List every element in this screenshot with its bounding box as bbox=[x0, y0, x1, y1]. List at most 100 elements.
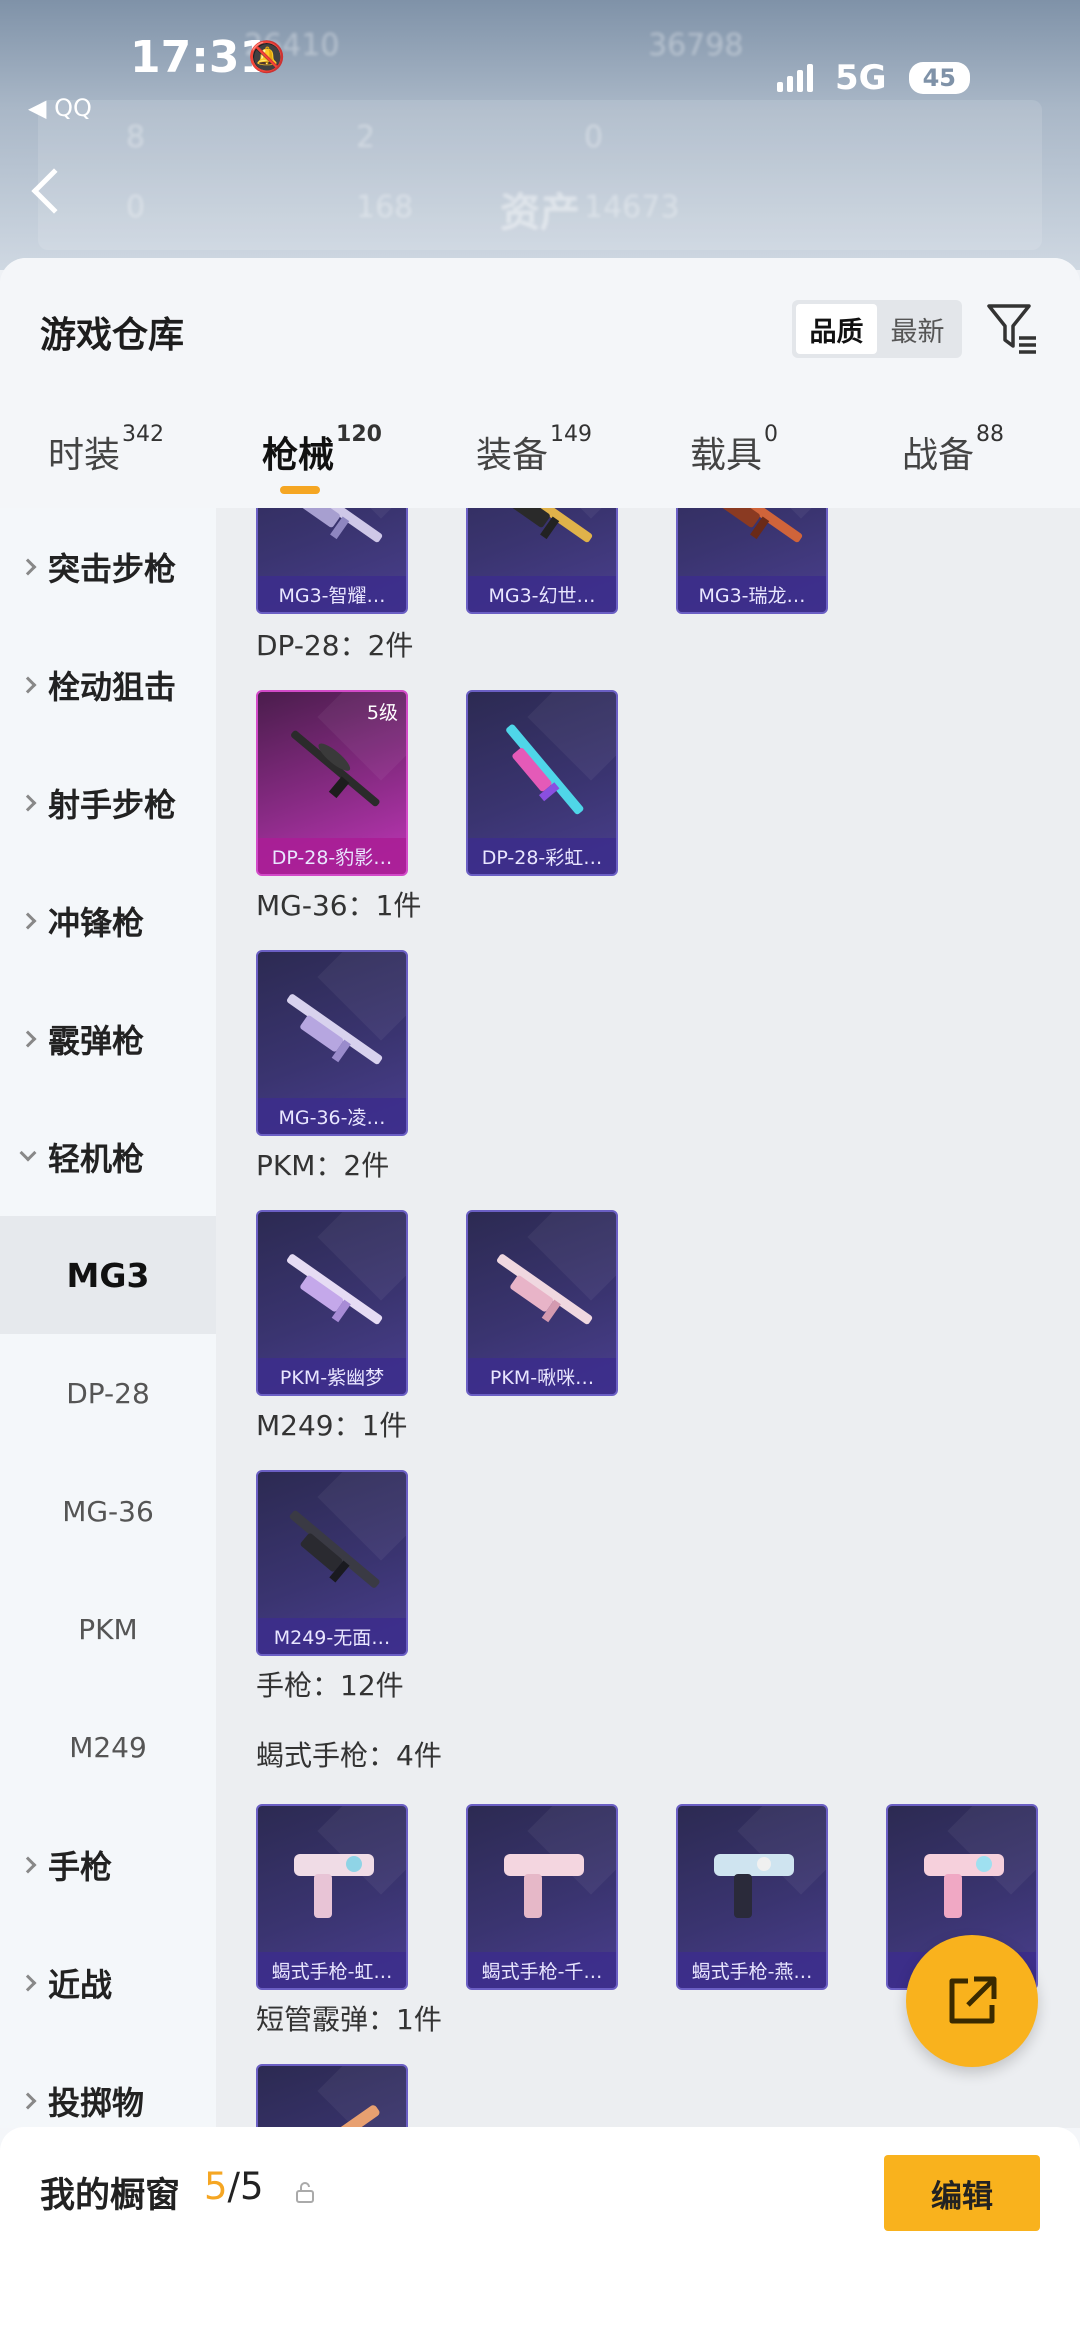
item-card[interactable]: PKM-啾咪… bbox=[466, 1210, 618, 1396]
sidebar-item-label: 突击步枪 bbox=[48, 550, 177, 588]
group-label: MG-36：1件 bbox=[256, 889, 422, 922]
lmg-skin-icon bbox=[287, 508, 383, 543]
sidebar-subitem-pkm[interactable]: PKM bbox=[0, 1570, 216, 1688]
sidebar-subitem-m249[interactable]: M249 bbox=[0, 1688, 216, 1806]
sidebar-item-label: 射手步枪 bbox=[48, 786, 177, 824]
sidebar-item-label: 霰弹枪 bbox=[48, 1022, 145, 1060]
item-card[interactable]: M249-无面… bbox=[256, 1470, 408, 1656]
chevron-right-icon bbox=[19, 1856, 37, 1874]
showcase-count-total: 5 bbox=[240, 2165, 264, 2208]
active-tab-indicator bbox=[280, 486, 320, 494]
tab-vehicles[interactable]: 载具0 bbox=[690, 422, 778, 478]
sidebar-item-label: 手枪 bbox=[48, 1848, 113, 1886]
back-to-app-link[interactable]: ◀ QQ bbox=[28, 94, 92, 122]
item-card[interactable]: PKM-紫幽梦 bbox=[256, 1210, 408, 1396]
item-name: MG3-瑞龙… bbox=[678, 576, 826, 612]
section-label: 手枪：12件 bbox=[256, 1669, 404, 1702]
chevron-right-icon bbox=[19, 794, 37, 812]
sidebar-item-marksman-rifle[interactable]: 射手步枪 bbox=[0, 744, 216, 862]
item-card[interactable]: 5级 DP-28-豹影… bbox=[256, 690, 408, 876]
sort-newest-option[interactable]: 最新 bbox=[877, 304, 958, 354]
category-sidebar: 突击步枪 栓动狙击 射手步枪 冲锋枪 霰弹枪 轻机枪 MG3 DP-28 MG-… bbox=[0, 508, 216, 2128]
sidebar-item-smg[interactable]: 冲锋枪 bbox=[0, 862, 216, 980]
sidebar-subitem-dp28[interactable]: DP-28 bbox=[0, 1334, 216, 1452]
edit-button[interactable]: 编辑 bbox=[884, 2155, 1040, 2231]
chevron-right-icon bbox=[19, 676, 37, 694]
sidebar-item-lmg[interactable]: 轻机枪 bbox=[0, 1098, 216, 1216]
sidebar-item-label: 轻机枪 bbox=[48, 1140, 145, 1178]
sidebar-item-pistol[interactable]: 手枪 bbox=[0, 1806, 216, 1924]
showcase-count-current: 5 bbox=[204, 2165, 228, 2208]
background-text: 168 bbox=[356, 190, 414, 225]
item-name: PKM-紫幽梦 bbox=[258, 1358, 406, 1394]
group-label: M249：1件 bbox=[256, 1409, 408, 1442]
group-label: DP-28：2件 bbox=[256, 629, 414, 662]
sidebar-item-label: 近战 bbox=[48, 1966, 113, 2004]
chevron-down-icon bbox=[19, 1144, 37, 1162]
item-card[interactable]: MG3-幻世… bbox=[466, 508, 618, 614]
background-text: 36798 bbox=[648, 28, 744, 63]
background-text: 14673 bbox=[584, 190, 680, 225]
tab-label: 装备 bbox=[476, 435, 549, 476]
lmg-skin-icon bbox=[291, 730, 380, 807]
item-name: M249-无面… bbox=[258, 1618, 406, 1654]
tab-count: 120 bbox=[336, 422, 382, 447]
lmg-skin-icon bbox=[497, 1254, 593, 1325]
background-text: 0 bbox=[584, 120, 604, 155]
item-card[interactable]: DP-28-彩虹… bbox=[466, 690, 618, 876]
chevron-right-icon bbox=[19, 1974, 37, 1992]
tab-count: 149 bbox=[550, 422, 593, 447]
group-label: 短管霰弹：1件 bbox=[256, 2003, 442, 2036]
tab-supplies[interactable]: 战备88 bbox=[902, 422, 1004, 478]
lmg-skin-icon bbox=[289, 1510, 380, 1588]
item-name: MG-36-凌… bbox=[258, 1098, 406, 1134]
category-tabs: 时装342 枪械120 装备149 载具0 战备88 bbox=[0, 416, 1080, 496]
tab-firearms[interactable]: 枪械120 bbox=[262, 422, 382, 478]
showcase-count-separator: / bbox=[227, 2165, 241, 2208]
item-card[interactable]: 蝎式手枪-千… bbox=[466, 1804, 618, 1990]
lmg-skin-icon bbox=[707, 508, 803, 543]
item-name: 蝎式手枪-虹… bbox=[258, 1952, 406, 1988]
tab-fashion[interactable]: 时装342 bbox=[48, 422, 164, 478]
tab-label: 战备 bbox=[902, 435, 975, 476]
pistol-skin-icon bbox=[504, 1854, 584, 1918]
item-card[interactable]: MG-36-凌… bbox=[256, 950, 408, 1136]
item-card[interactable]: 蝎式手枪-燕… bbox=[676, 1804, 828, 1990]
network-type: 5G bbox=[835, 58, 887, 98]
item-grid: MG3-智耀… MG3-幻世… MG3-瑞龙… DP-28：2件 5级 DP-2… bbox=[216, 508, 1080, 2128]
chevron-right-icon bbox=[19, 912, 37, 930]
sidebar-item-melee[interactable]: 近战 bbox=[0, 1924, 216, 2042]
lmg-skin-icon bbox=[287, 994, 383, 1065]
item-card[interactable]: MG3-瑞龙… bbox=[676, 508, 828, 614]
group-label: 蝎式手枪：4件 bbox=[256, 1739, 442, 1772]
showcase-count: 5/5 bbox=[204, 2165, 264, 2208]
lock-icon bbox=[296, 2182, 314, 2203]
tab-count: 88 bbox=[976, 422, 1005, 447]
item-name: DP-28-豹影… bbox=[258, 838, 406, 874]
share-button[interactable] bbox=[906, 1935, 1038, 2067]
sidebar-item-bolt-sniper[interactable]: 栓动狙击 bbox=[0, 626, 216, 744]
sheet-header: 游戏仓库 品质 最新 时装342 枪械120 装备149 载具0 战备88 bbox=[0, 258, 1080, 508]
tab-label: 枪械 bbox=[262, 435, 335, 476]
shotgun-skin-icon bbox=[283, 2105, 380, 2128]
pistol-skin-icon bbox=[924, 1854, 1004, 1918]
tab-equipment[interactable]: 装备149 bbox=[476, 422, 592, 478]
sidebar-item-shotgun[interactable]: 霰弹枪 bbox=[0, 980, 216, 1098]
sort-quality-option[interactable]: 品质 bbox=[796, 304, 877, 354]
page-title: 游戏仓库 bbox=[40, 315, 185, 356]
sidebar-subitem-mg36[interactable]: MG-36 bbox=[0, 1452, 216, 1570]
sidebar-item-throwable[interactable]: 投掷物 bbox=[0, 2042, 216, 2128]
sidebar-subitem-mg3[interactable]: MG3 bbox=[0, 1216, 216, 1334]
item-card[interactable]: 蝎式手枪-虹… bbox=[256, 1804, 408, 1990]
item-card[interactable]: MG3-智耀… bbox=[256, 508, 408, 614]
chevron-right-icon bbox=[19, 2092, 37, 2110]
lmg-skin-icon bbox=[506, 724, 584, 815]
sidebar-item-assault-rifle[interactable]: 突击步枪 bbox=[0, 508, 216, 626]
item-card[interactable] bbox=[256, 2064, 408, 2128]
filter-icon[interactable] bbox=[986, 302, 1038, 356]
item-name: MG3-幻世… bbox=[468, 576, 616, 612]
item-name: 蝎式手枪-千… bbox=[468, 1952, 616, 1988]
signal-icon bbox=[777, 64, 814, 92]
tab-count: 0 bbox=[764, 422, 779, 447]
chevron-right-icon bbox=[19, 1030, 37, 1048]
